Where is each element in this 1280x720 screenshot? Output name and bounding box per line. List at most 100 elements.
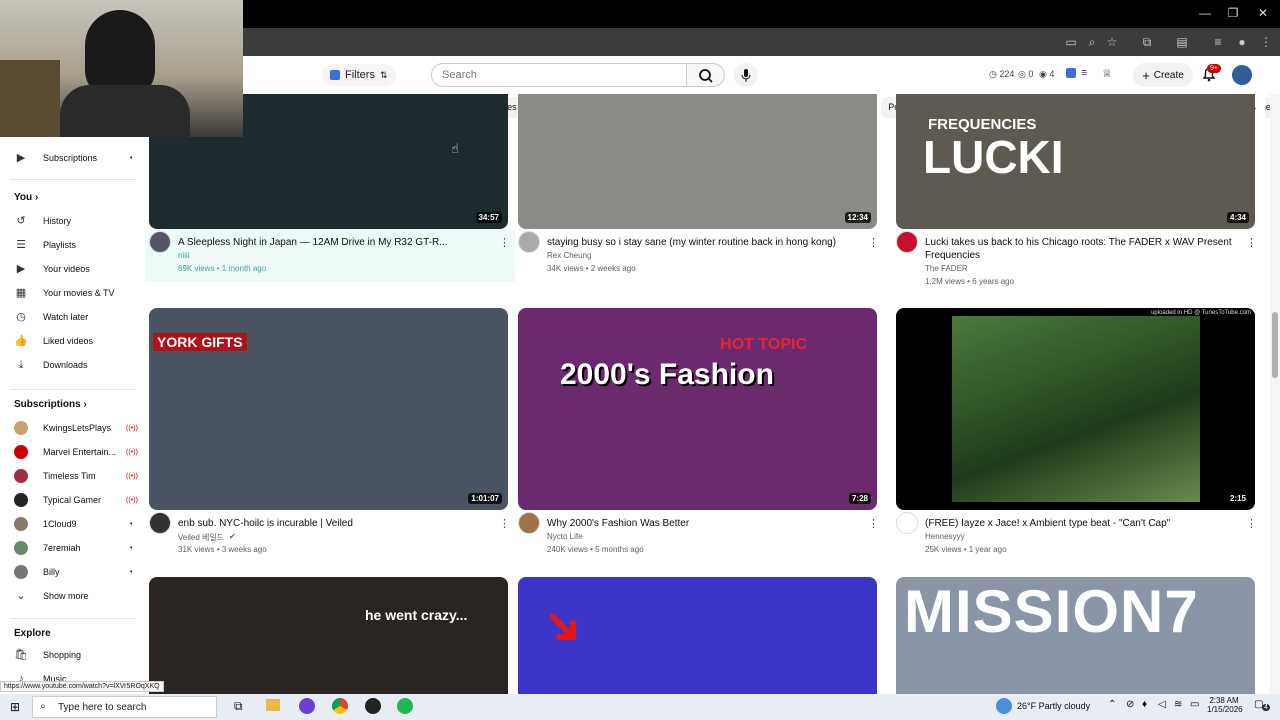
spotify-icon[interactable] xyxy=(397,698,413,714)
channel-avatar xyxy=(14,445,28,459)
sidebar-sub-billy[interactable]: Billy • xyxy=(14,564,132,580)
channel-name[interactable]: The FADER xyxy=(925,264,968,273)
more-options-icon[interactable]: ⋮ xyxy=(499,236,510,249)
video-title[interactable]: (FREE) Iayze x Jace! x Ambient type beat… xyxy=(925,517,1225,530)
volume-icon[interactable]: ◁ xyxy=(1158,699,1166,710)
sidebar: ▶ Subscriptions • You › ↺ History ☰ Playlists ▶ Y… xyxy=(0,137,140,694)
filters-button[interactable]: Filters ⇅ xyxy=(322,64,396,86)
chevron-up-icon[interactable]: ⌃ xyxy=(1108,699,1116,710)
live-icon: ((•)) xyxy=(126,496,138,504)
bookmark-star-icon[interactable]: ☆ xyxy=(1104,34,1120,50)
create-label: Create xyxy=(1153,69,1184,81)
minimize-icon[interactable]: — xyxy=(1198,6,1212,20)
channel-avatar[interactable] xyxy=(896,231,918,253)
video-title[interactable]: A Sleepless Night in Japan — 12AM Drive … xyxy=(178,236,478,249)
sidebar-item-subscriptions[interactable]: ▶ Subscriptions • xyxy=(14,150,133,166)
sidebar-you-heading[interactable]: You › xyxy=(14,192,38,203)
video-title[interactable]: Why 2000's Fashion Was Better xyxy=(547,517,847,530)
video-thumbnail[interactable]: FREQUENCIES LUCKI 4:34 xyxy=(896,94,1255,229)
video-thumbnail[interactable]: HOT TOPIC 2000's Fashion 7:28 xyxy=(518,308,877,510)
weather-icon[interactable] xyxy=(996,698,1012,714)
network-icon[interactable]: ▭ xyxy=(1190,699,1199,710)
browser-menu-icon[interactable]: ⋮ xyxy=(1258,34,1274,50)
discord-icon[interactable] xyxy=(299,698,315,714)
sidebar-subscriptions-heading[interactable]: Subscriptions › xyxy=(14,399,87,410)
sidebar-sub-7eremiah[interactable]: 7eremiah • xyxy=(14,540,132,556)
extension-icon[interactable] xyxy=(1066,68,1076,78)
zoom-icon[interactable]: ⌕ xyxy=(1084,34,1100,50)
restore-icon[interactable]: ❐ xyxy=(1226,6,1240,20)
file-explorer-icon[interactable] xyxy=(266,699,280,711)
sidebar-item-label: Your movies & TV xyxy=(43,288,115,298)
video-title[interactable]: Lucki takes us back to his Chicago roots… xyxy=(925,236,1240,262)
channel-name[interactable]: Nycto Life xyxy=(547,532,583,541)
task-view-icon[interactable]: ⧉ xyxy=(234,699,243,714)
sidebar-sub-timeless-tim[interactable]: Timeless Tim ((•)) xyxy=(14,468,138,484)
sidebar-item-watch-later[interactable]: ◷ Watch later xyxy=(14,309,88,325)
trophy-icon[interactable]: ♕ xyxy=(1102,67,1112,80)
search-button[interactable] xyxy=(687,63,725,87)
video-thumbnail[interactable]: he went crazy... xyxy=(149,577,508,694)
sidebar-item-your-videos[interactable]: ▶ Your videos xyxy=(14,261,90,277)
view-count: 25K views xyxy=(925,545,962,554)
sidebar-item-your-movies-tv[interactable]: ▦ Your movies & TV xyxy=(14,285,115,301)
channel-avatar[interactable] xyxy=(149,231,171,253)
video-thumbnail[interactable]: ➜ xyxy=(518,577,877,694)
sidebar-item-show-more[interactable]: ⌄ Show more xyxy=(14,588,88,604)
sidepanel-icon[interactable]: ▤ xyxy=(1174,34,1190,50)
video-title[interactable]: staying busy so i stay sane (my winter r… xyxy=(547,236,847,249)
profile-icon[interactable]: ● xyxy=(1234,34,1250,50)
channel-name[interactable]: niiii xyxy=(178,251,190,260)
windows-start-icon[interactable]: ⊞ xyxy=(10,700,20,714)
video-thumbnail[interactable]: 12:34 xyxy=(518,94,877,229)
weather-text[interactable]: 26°F Partly cloudy xyxy=(1017,701,1090,711)
wifi-icon[interactable]: ≋ xyxy=(1174,699,1182,710)
sidebar-sub-kwingsletsplays[interactable]: KwingsLetsPlays ((•)) xyxy=(14,420,138,436)
video-title[interactable]: enb sub. NYC-hoilc is incurable | Veiled xyxy=(178,517,478,530)
video-thumbnail[interactable]: YORK GIFTS 1:01:07 xyxy=(149,308,508,510)
cast-icon[interactable]: ▭ xyxy=(1063,34,1079,50)
channel-avatar[interactable] xyxy=(149,512,171,534)
more-options-icon[interactable]: ⋮ xyxy=(499,517,510,530)
create-button[interactable]: + Create xyxy=(1133,63,1193,87)
voice-search-button[interactable] xyxy=(734,63,758,87)
security-icon[interactable]: ⊘ xyxy=(1126,699,1134,710)
sidebar-item-playlists[interactable]: ☰ Playlists xyxy=(14,237,76,253)
list-icon[interactable]: ≡ xyxy=(1081,67,1087,79)
more-options-icon[interactable]: ⋮ xyxy=(868,517,879,530)
sidebar-item-downloads[interactable]: ⤓ Downloads xyxy=(14,357,88,373)
channel-avatar[interactable] xyxy=(518,512,540,534)
video-thumbnail[interactable]: uploaded in HD @ TunesToTube.com 2:15 xyxy=(896,308,1255,510)
sidebar-sub-marvel-entertain-[interactable]: Marvel Entertain... ((•)) xyxy=(14,444,138,460)
app-icon[interactable] xyxy=(365,698,381,714)
sidebar-sub-1cloud9[interactable]: 1Cloud9 • xyxy=(14,516,132,532)
video-duration: 2:15 xyxy=(1226,493,1249,504)
video-meta: 31K views • 3 weeks ago xyxy=(178,545,267,554)
scrollbar[interactable] xyxy=(1270,94,1280,694)
search-input[interactable]: Search xyxy=(431,63,687,87)
mic-tray-icon[interactable]: ♦ xyxy=(1142,699,1147,710)
extensions-icon[interactable]: ⧉ xyxy=(1139,34,1155,50)
sidebar-item-liked-videos[interactable]: 👍 Liked videos xyxy=(14,333,93,349)
more-options-icon[interactable]: ⋮ xyxy=(1246,517,1257,530)
channel-avatar[interactable] xyxy=(896,512,918,534)
close-icon[interactable]: ✕ xyxy=(1256,6,1270,20)
video-thumbnail[interactable]: MISSION7 xyxy=(896,577,1255,694)
thumbnail-scene xyxy=(952,316,1200,502)
sidebar-item-history[interactable]: ↺ History xyxy=(14,213,71,229)
clock[interactable]: 2:38 AM 1/15/2026 xyxy=(1207,696,1243,714)
channel-name[interactable]: Veiled 베일드 xyxy=(178,532,224,543)
chrome-icon[interactable] xyxy=(332,698,348,714)
sidebar-sub-typical-gamer[interactable]: Typical Gamer ((•)) xyxy=(14,492,138,508)
more-options-icon[interactable]: ⋮ xyxy=(868,236,879,249)
taskbar-search[interactable]: ⌕ Type here to search xyxy=(32,696,217,718)
channel-avatar[interactable] xyxy=(518,231,540,253)
channel-name[interactable]: Hennesyyy xyxy=(925,532,965,541)
divider xyxy=(10,389,136,390)
account-avatar[interactable] xyxy=(1232,65,1252,85)
media-icon[interactable]: ≡ xyxy=(1210,34,1226,50)
sidebar-item-shopping[interactable]: 🛍 Shopping xyxy=(14,647,81,663)
more-options-icon[interactable]: ⋮ xyxy=(1246,236,1257,249)
channel-name[interactable]: Rex Cheung xyxy=(547,251,591,260)
scrollbar-thumb[interactable] xyxy=(1272,312,1278,378)
